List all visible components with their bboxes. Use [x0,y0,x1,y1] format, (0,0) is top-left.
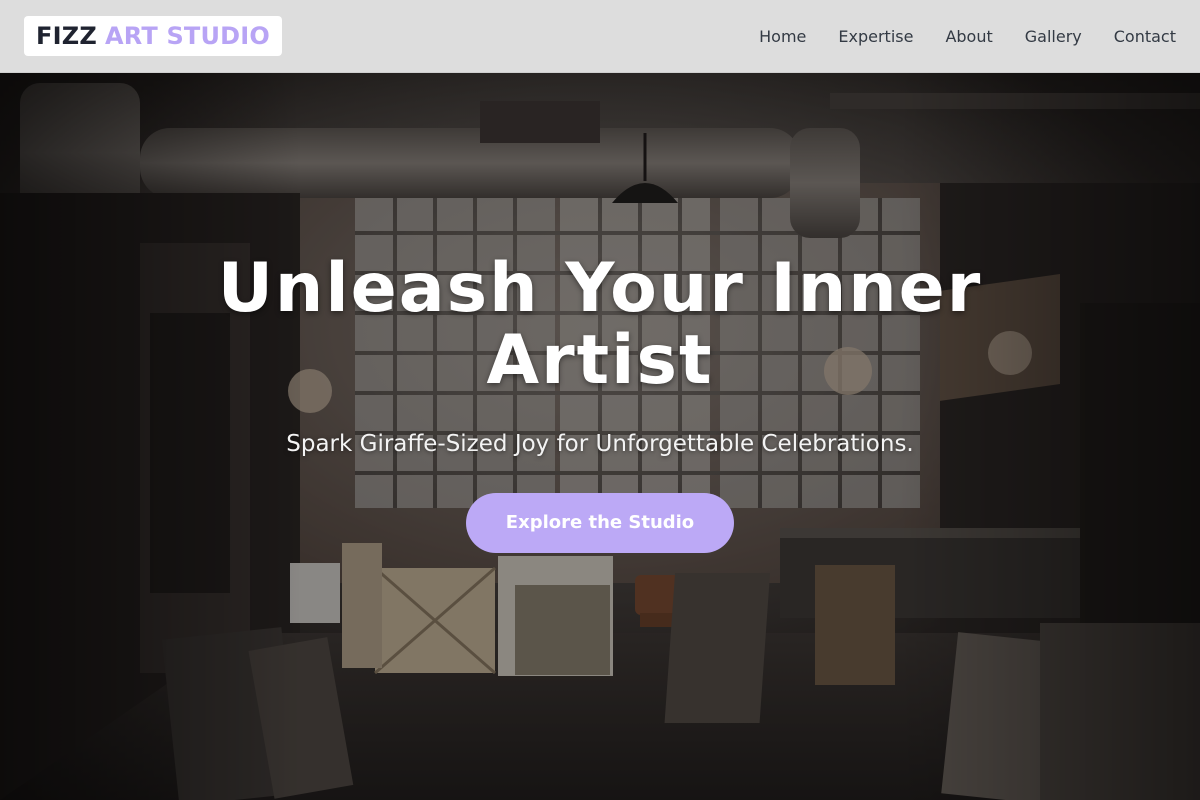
hero-subtitle: Spark Giraffe-Sized Joy for Unforgettabl… [286,431,914,457]
nav-link-gallery[interactable]: Gallery [1025,27,1082,46]
page: FIZZ ART STUDIO Home Expertise About Gal… [0,0,1200,800]
logo-word-primary: FIZZ [36,22,97,50]
nav-link-about[interactable]: About [945,27,992,46]
nav-link-contact[interactable]: Contact [1114,27,1176,46]
nav-link-expertise[interactable]: Expertise [838,27,913,46]
main-nav: Home Expertise About Gallery Contact [727,27,1176,46]
site-logo[interactable]: FIZZ ART STUDIO [24,16,283,56]
logo-word-accent: ART STUDIO [104,22,271,50]
hero-title: Unleash Your Inner Artist [217,249,983,400]
hero-section: Unleash Your Inner Artist Spark Giraffe-… [0,73,1200,800]
explore-studio-button[interactable]: Explore the Studio [466,493,734,553]
hero-content: Unleash Your Inner Artist Spark Giraffe-… [0,253,1200,553]
nav-link-home[interactable]: Home [759,27,806,46]
site-header: FIZZ ART STUDIO Home Expertise About Gal… [0,0,1200,73]
